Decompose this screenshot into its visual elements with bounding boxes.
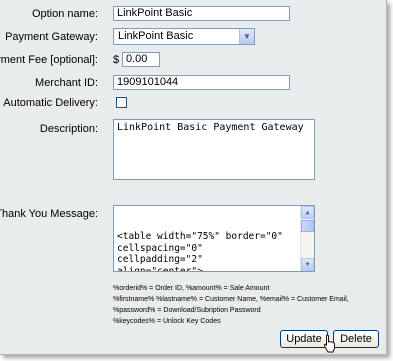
- merchant-id-input[interactable]: 1909101044: [113, 75, 290, 90]
- payment-gateway-label: Payment Gateway:: [5, 31, 98, 43]
- placeholder-legend: %orderid% = Order ID, %amount% = Sale Am…: [113, 285, 349, 325]
- merchant-id-label: Merchant ID:: [35, 77, 98, 89]
- pointer-cursor-icon: [324, 334, 335, 353]
- thank-you-textarea[interactable]: <table width="75%" border="0" cellspacin…: [113, 205, 315, 272]
- description-label: Description:: [39, 123, 98, 135]
- payment-fee-input[interactable]: 0.00: [122, 52, 160, 67]
- thank-you-label: Thank You Message:: [0, 208, 98, 220]
- currency-symbol: $: [113, 54, 120, 66]
- option-name-label: Option name:: [31, 8, 98, 20]
- payment-fee-label: Payment Fee [optional]:: [0, 54, 98, 66]
- thank-you-text: <table width="75%" border="0" cellspacin…: [117, 231, 283, 272]
- scroll-down-icon[interactable]: ▼: [301, 258, 314, 271]
- automatic-delivery-checkbox[interactable]: [116, 97, 127, 108]
- thank-you-scrollbar[interactable]: ▲ ▼: [300, 206, 314, 271]
- automatic-delivery-label: Automatic Delivery:: [3, 97, 98, 109]
- description-textarea[interactable]: LinkPoint Basic Payment Gateway: [113, 119, 315, 180]
- payment-option-form: Option name: LinkPoint Basic Payment Gat…: [0, 0, 387, 355]
- update-button[interactable]: Update: [280, 330, 328, 348]
- payment-gateway-value: LinkPoint Basic: [118, 30, 194, 42]
- scroll-thumb[interactable]: [301, 220, 314, 232]
- delete-button[interactable]: Delete: [333, 330, 379, 348]
- option-name-input[interactable]: LinkPoint Basic: [113, 6, 290, 21]
- scroll-up-icon[interactable]: ▲: [301, 206, 314, 219]
- payment-gateway-select[interactable]: LinkPoint Basic ▼: [113, 28, 255, 45]
- chevron-down-icon[interactable]: ▼: [239, 29, 254, 44]
